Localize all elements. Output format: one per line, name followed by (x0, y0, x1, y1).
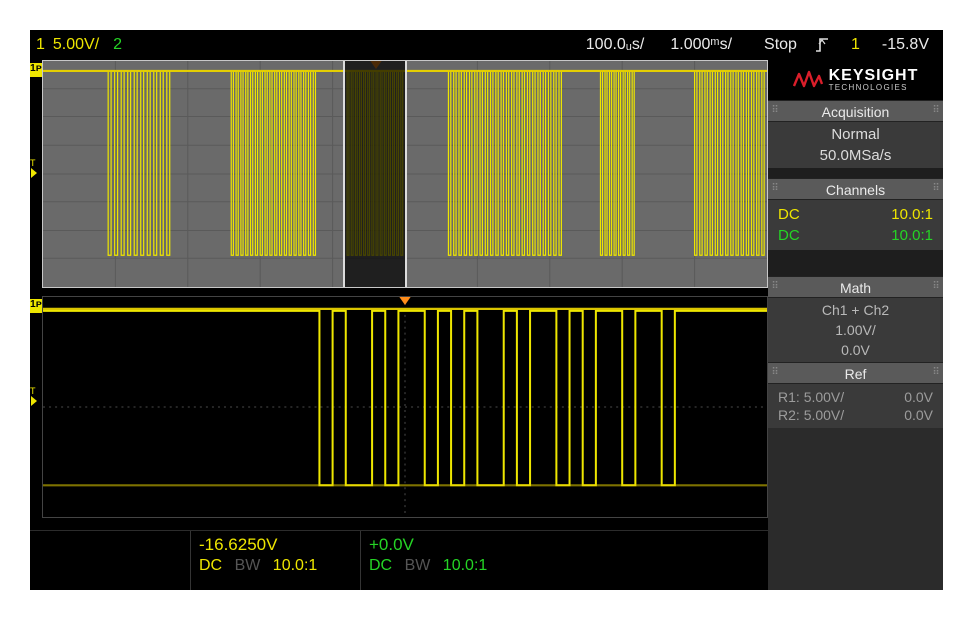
side-panel: KEYSIGHT TECHNOLOGIES ⠿Acquisition⠿ Norm… (768, 60, 943, 590)
timebase-value[interactable]: 100.0ᵤs/ (586, 36, 645, 54)
delay-value[interactable]: 1.000ᵐs/ (670, 36, 732, 54)
math-expr: Ch1 + Ch2 (768, 298, 943, 322)
ch1-ground-marker-upper[interactable]: 1ᴘ (30, 63, 42, 77)
run-state[interactable]: Stop (764, 36, 797, 54)
keysight-mark-icon (793, 68, 823, 92)
channels-ch1-row[interactable]: DC10.0:1 (768, 204, 943, 225)
status-ch1[interactable]: -16.6250V DC BW 10.0:1 (190, 531, 360, 590)
top-status-bar: 1 5.00V/ 2 100.0ᵤs/ 1.000ᵐs/ Stop 1 -15.… (30, 30, 943, 60)
trigger-source[interactable]: 1 (851, 36, 860, 54)
grid-lower (43, 297, 767, 517)
channels-section[interactable]: ⠿Channels⠿ DC10.0:1 DC10.0:1 (768, 178, 943, 250)
math-scale: 1.00V/ (768, 322, 943, 342)
zoom-waveform[interactable] (42, 296, 768, 518)
ch1-indicator[interactable]: 1 (36, 36, 45, 54)
ch1-ground-marker-lower[interactable]: 1ᴘ (30, 299, 42, 313)
ch2-indicator[interactable]: 2 (113, 36, 122, 54)
waveform-area[interactable]: 1ᴘ T 1ᴘ T (30, 60, 768, 590)
ch1-vscale[interactable]: 5.00V/ (53, 36, 99, 54)
acquisition-section[interactable]: ⠿Acquisition⠿ Normal 50.0MSa/s (768, 100, 943, 168)
ch1-offset-readout: -16.6250V (199, 535, 352, 555)
ref2-row[interactable]: R2: 5.00V/ 0.0V (768, 406, 943, 424)
trigger-level-marker-upper[interactable]: T (30, 158, 40, 170)
trigger-level-marker-lower[interactable]: T (30, 386, 40, 398)
status-ch2[interactable]: +0.0V DC BW 10.0:1 (360, 531, 530, 590)
channels-ch2-row[interactable]: DC10.0:1 (768, 225, 943, 246)
grid-upper (43, 61, 767, 287)
oscilloscope-screen: 1 5.00V/ 2 100.0ᵤs/ 1.000ᵐs/ Stop 1 -15.… (30, 30, 943, 590)
ch2-offset-readout: +0.0V (369, 535, 522, 555)
math-section[interactable]: ⠿Math⠿ Ch1 + Ch2 1.00V/ 0.0V (768, 276, 943, 362)
left-gutter: 1ᴘ T 1ᴘ T (30, 60, 42, 520)
trigger-edge-icon[interactable] (815, 35, 837, 56)
overview-waveform[interactable] (42, 60, 768, 288)
acq-mode: Normal (768, 122, 943, 147)
trigger-level[interactable]: -15.8V (882, 36, 929, 54)
trigger-position-indicator-upper[interactable] (369, 60, 383, 69)
trigger-position-indicator-lower[interactable] (398, 296, 412, 305)
ref1-row[interactable]: R1: 5.00V/ 0.0V (768, 388, 943, 406)
math-offset: 0.0V (768, 342, 943, 362)
brand-logo: KEYSIGHT TECHNOLOGIES (768, 60, 943, 100)
ref-section[interactable]: ⠿Ref⠿ R1: 5.00V/ 0.0V R2: 5.00V/ 0.0V (768, 362, 943, 428)
acq-rate: 50.0MSa/s (768, 147, 943, 168)
status-strip: -16.6250V DC BW 10.0:1 +0.0V DC BW 10.0:… (30, 530, 768, 590)
